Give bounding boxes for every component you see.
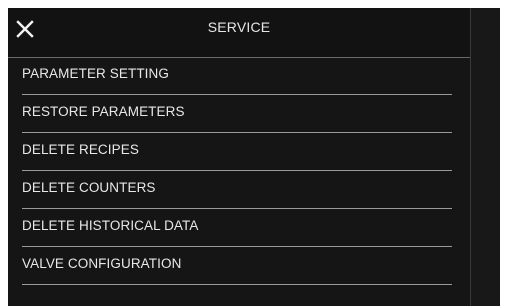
divider <box>22 284 452 285</box>
menu-item-valve-configuration[interactable]: VALVE CONFIGURATION <box>8 249 470 287</box>
menu-item-label: DELETE COUNTERS <box>22 180 156 195</box>
menu-item-delete-recipes[interactable]: DELETE RECIPES <box>8 135 470 173</box>
menu-item-delete-historical-data[interactable]: DELETE HISTORICAL DATA <box>8 211 470 249</box>
menu-item-label: RESTORE PARAMETERS <box>22 104 185 119</box>
menu-item-delete-counters[interactable]: DELETE COUNTERS <box>8 173 470 211</box>
service-screen: SERVICE PARAMETER SETTING RESTORE PARAME… <box>8 8 500 306</box>
divider <box>22 94 452 95</box>
page-title: SERVICE <box>207 19 271 35</box>
divider <box>22 246 452 247</box>
side-panel <box>470 8 500 306</box>
service-menu: PARAMETER SETTING RESTORE PARAMETERS DEL… <box>8 59 470 287</box>
divider <box>22 170 452 171</box>
menu-item-label: PARAMETER SETTING <box>22 66 169 81</box>
menu-item-label: DELETE HISTORICAL DATA <box>22 218 199 233</box>
header-bar: SERVICE <box>8 8 470 58</box>
service-panel: SERVICE PARAMETER SETTING RESTORE PARAME… <box>8 8 470 306</box>
menu-item-restore-parameters[interactable]: RESTORE PARAMETERS <box>8 97 470 135</box>
divider <box>22 132 452 133</box>
menu-item-parameter-setting[interactable]: PARAMETER SETTING <box>8 59 470 97</box>
menu-item-label: DELETE RECIPES <box>22 142 139 157</box>
menu-item-label: VALVE CONFIGURATION <box>22 256 182 271</box>
divider <box>22 208 452 209</box>
